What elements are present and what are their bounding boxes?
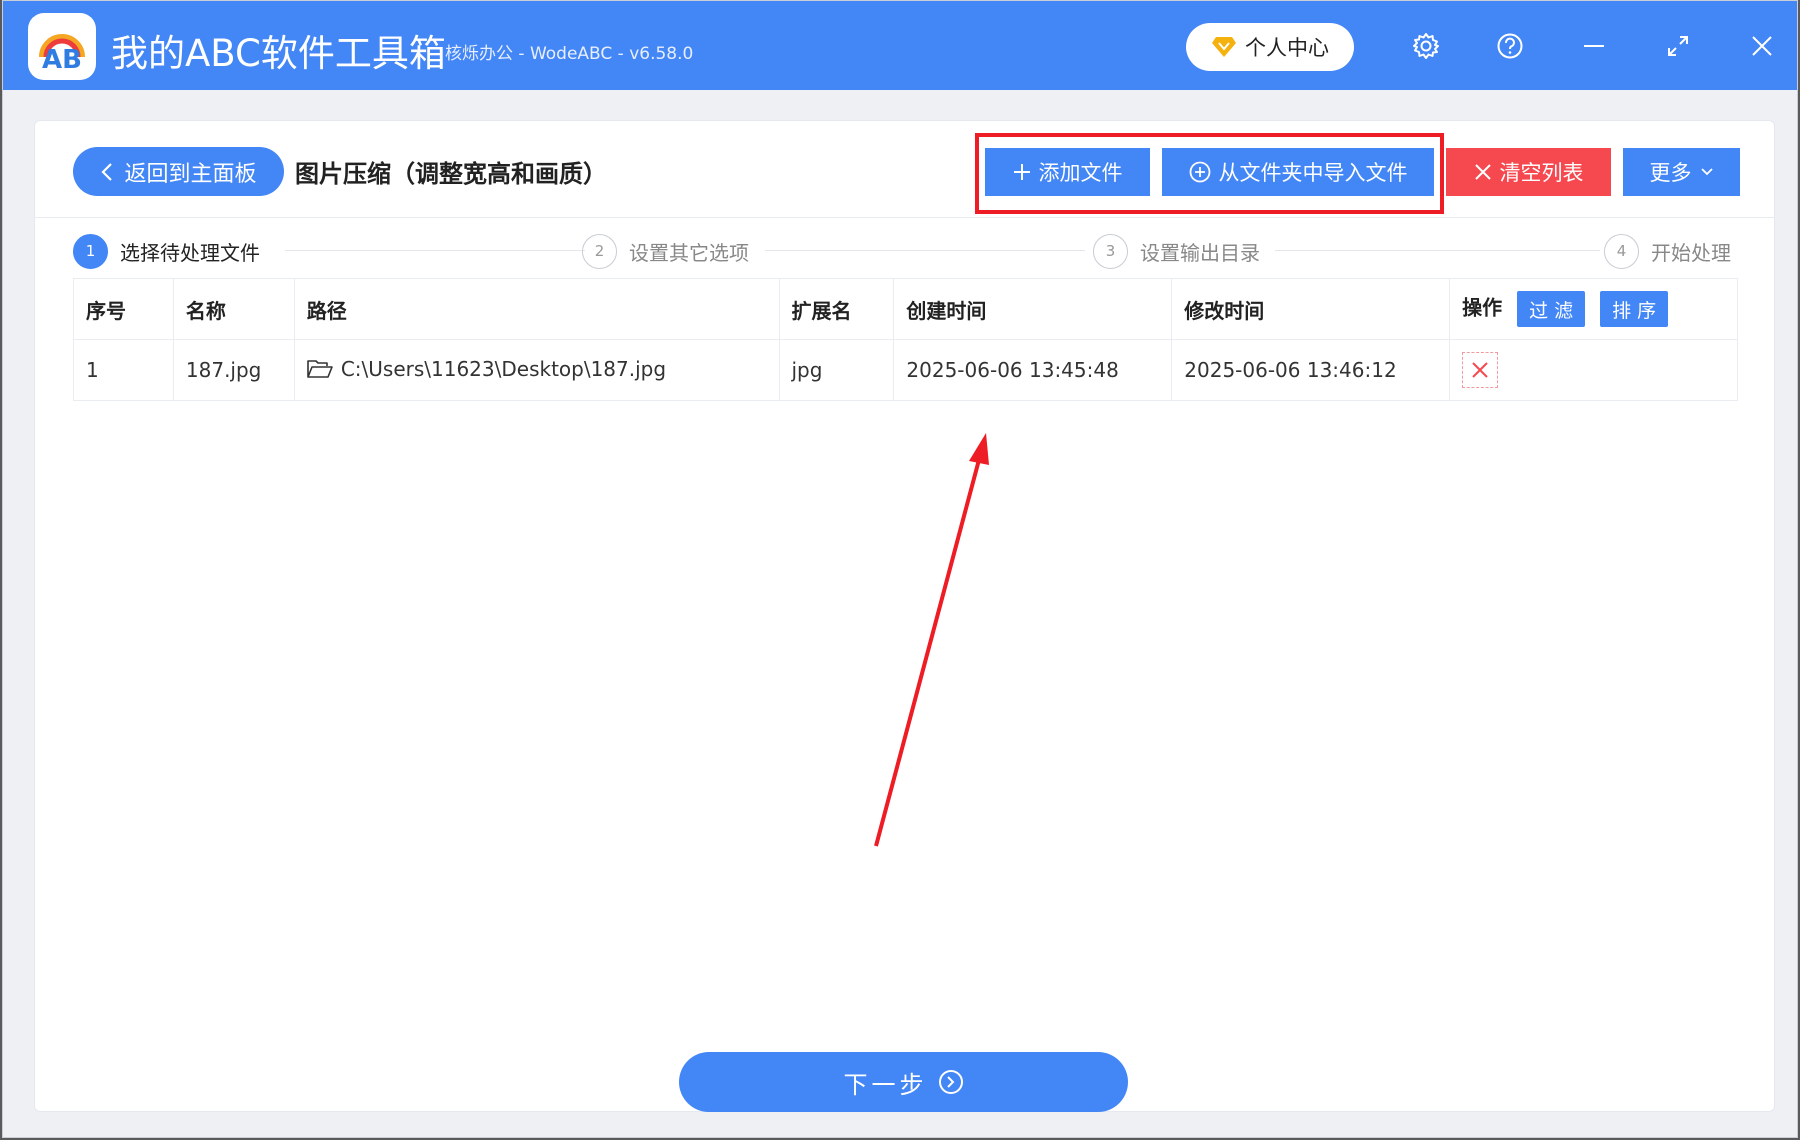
step-label: 设置其它选项 — [629, 240, 749, 265]
cell-index: 1 — [73, 339, 174, 401]
cell-created: 2025-06-06 13:45:48 — [893, 339, 1173, 401]
add-file-label: 添加文件 — [1038, 161, 1123, 185]
step-1: 1 选择待处理文件 — [73, 233, 260, 269]
import-folder-button[interactable]: 从文件夹中导入文件 — [1162, 148, 1434, 196]
next-step-button[interactable]: 下一步 — [679, 1052, 1128, 1112]
add-file-button[interactable]: 添加文件 — [985, 148, 1150, 196]
next-label: 下一步 — [843, 1070, 928, 1099]
cell-actions — [1449, 339, 1738, 401]
col-path-header: 路径 — [294, 278, 780, 340]
maximize-icon[interactable] — [1663, 31, 1693, 61]
table-row[interactable]: 1 187.jpg C:\Users\11623\Desktop\187.jpg… — [73, 339, 1738, 401]
col-actions-header: 操作 过 滤 排 序 — [1450, 279, 1738, 340]
more-button[interactable]: 更多 — [1623, 148, 1740, 196]
app-logo: AB — [28, 13, 96, 80]
cell-ext: jpg — [779, 339, 895, 401]
col-name-header: 名称 — [173, 278, 295, 340]
file-table: 序号 名称 路径 扩展名 创建时间 修改时间 操作 过 滤 排 序 1 187. — [73, 278, 1738, 401]
col-modified-header: 修改时间 — [1171, 278, 1451, 340]
toolbar-divider — [35, 217, 1774, 218]
gear-icon[interactable] — [1411, 31, 1441, 61]
step-connector — [285, 250, 585, 251]
chevron-left-icon — [101, 162, 113, 181]
step-number: 2 — [582, 233, 617, 269]
close-icon[interactable] — [1747, 31, 1777, 61]
app-subtitle: 核烁办公 - WodeABC - v6.58.0 — [445, 44, 694, 64]
plus-icon — [1013, 164, 1030, 180]
user-center-button[interactable]: 个人中心 — [1186, 23, 1354, 71]
cell-path: C:\Users\11623\Desktop\187.jpg — [294, 339, 780, 401]
app-window: AB 我的ABC软件工具箱 核烁办公 - WodeABC - v6.58.0 个… — [2, 0, 1798, 1138]
step-number: 3 — [1093, 233, 1128, 269]
x-icon — [1474, 164, 1491, 180]
app-logo-text: AB — [42, 45, 82, 75]
step-label: 选择待处理文件 — [120, 240, 260, 265]
step-connector — [765, 250, 1085, 251]
diamond-icon — [1212, 37, 1236, 57]
step-number: 1 — [73, 233, 108, 269]
step-connector — [1275, 250, 1600, 251]
page-title: 图片压缩（调整宽高和画质） — [295, 160, 607, 188]
step-3: 3 设置输出目录 — [1093, 233, 1260, 269]
path-text: C:\Users\11623\Desktop\187.jpg — [340, 356, 667, 381]
step-4: 4 开始处理 — [1604, 233, 1731, 269]
back-to-main-button[interactable]: 返回到主面板 — [73, 147, 284, 196]
minimize-icon[interactable] — [1579, 31, 1609, 61]
table-header-row: 序号 名称 路径 扩展名 创建时间 修改时间 操作 过 滤 排 序 — [73, 278, 1738, 340]
chevron-down-icon — [1700, 168, 1713, 176]
help-icon[interactable] — [1495, 31, 1525, 61]
step-2: 2 设置其它选项 — [582, 233, 749, 269]
clear-list-button[interactable]: 清空列表 — [1446, 148, 1611, 196]
step-label: 开始处理 — [1651, 240, 1731, 265]
app-title: 我的ABC软件工具箱 — [111, 32, 446, 75]
step-label: 设置输出目录 — [1140, 240, 1260, 265]
back-label: 返回到主面板 — [124, 161, 257, 187]
delete-row-button[interactable] — [1462, 352, 1499, 388]
folder-open-icon — [307, 359, 333, 378]
cell-name: 187.jpg — [173, 339, 295, 401]
sort-button[interactable]: 排 序 — [1600, 291, 1669, 327]
cell-modified: 2025-06-06 13:46:12 — [1171, 339, 1451, 401]
clear-list-label: 清空列表 — [1499, 161, 1584, 185]
col-ext-header: 扩展名 — [779, 278, 895, 340]
circle-plus-icon — [1189, 161, 1210, 183]
col-index-header: 序号 — [73, 278, 174, 340]
step-number: 4 — [1604, 233, 1639, 269]
main-panel: 返回到主面板 图片压缩（调整宽高和画质） 添加文件 从文件夹中导入文件 清空列表… — [34, 120, 1775, 1112]
user-center-label: 个人中心 — [1245, 36, 1329, 60]
actions-header-label: 操作 — [1462, 295, 1503, 320]
x-icon — [1472, 362, 1488, 378]
filter-button[interactable]: 过 滤 — [1517, 291, 1586, 327]
more-label: 更多 — [1649, 161, 1692, 185]
col-created-header: 创建时间 — [893, 278, 1173, 340]
import-folder-label: 从文件夹中导入文件 — [1218, 161, 1408, 185]
circle-arrow-right-icon — [938, 1070, 963, 1094]
title-bar: AB 我的ABC软件工具箱 核烁办公 - WodeABC - v6.58.0 个… — [3, 1, 1797, 90]
